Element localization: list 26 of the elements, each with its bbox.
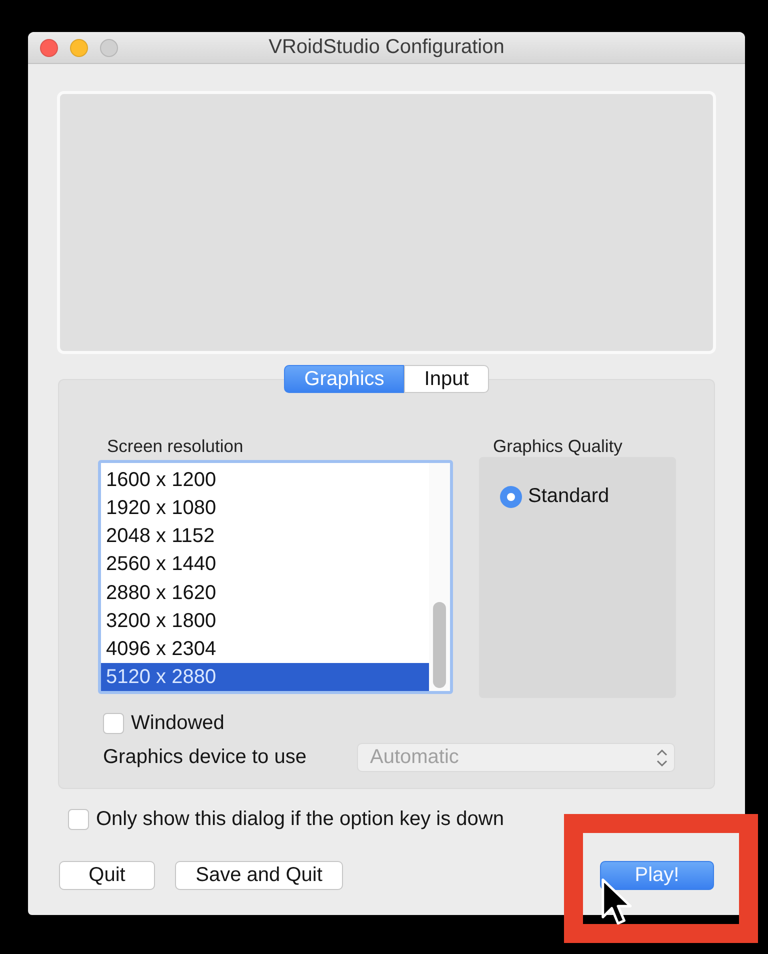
resolution-list[interactable]: 1600 x 1200 1920 x 1080 2048 x 1152 2560 x 1440 2880 x 1620 3200 x 1800 4096 x 2304 5120 x 2880: [98, 460, 453, 694]
checkbox-label: Only show this dialog if the option key is down: [96, 808, 504, 831]
chevron-updown-icon: [656, 748, 668, 768]
list-item[interactable]: 2048 x 1152: [101, 522, 429, 550]
window-title: VRoidStudio Configuration: [268, 36, 504, 59]
minimize-button[interactable]: [70, 38, 88, 56]
list-item[interactable]: 5120 x 2880: [101, 662, 429, 691]
list-item[interactable]: 4096 x 2304: [101, 634, 429, 663]
checkbox-label: Windowed: [131, 712, 224, 735]
tab[interactable]: Input: [404, 365, 489, 393]
list-item[interactable]: 1920 x 1080: [101, 494, 429, 522]
list-item[interactable]: 1600 x 1200: [101, 466, 429, 494]
push-button[interactable]: Quit: [59, 861, 155, 890]
field-label: Graphics device to use: [103, 746, 306, 769]
checkbox[interactable]: [68, 809, 89, 830]
checkbox[interactable]: [103, 713, 124, 734]
scrollbar-thumb[interactable]: [433, 602, 446, 688]
radio-button[interactable]: [500, 486, 522, 508]
section-label: Graphics Quality: [492, 436, 624, 456]
radio-label: Standard: [528, 485, 610, 508]
list-item[interactable]: 3200 x 1800: [101, 606, 429, 635]
list-item[interactable]: 2560 x 1440: [101, 550, 429, 578]
push-button[interactable]: Save and Quit: [175, 861, 343, 890]
section-label: Screen resolution: [106, 436, 244, 456]
close-button[interactable]: [40, 38, 58, 56]
list-item[interactable]: 2880 x 1620: [101, 578, 429, 607]
